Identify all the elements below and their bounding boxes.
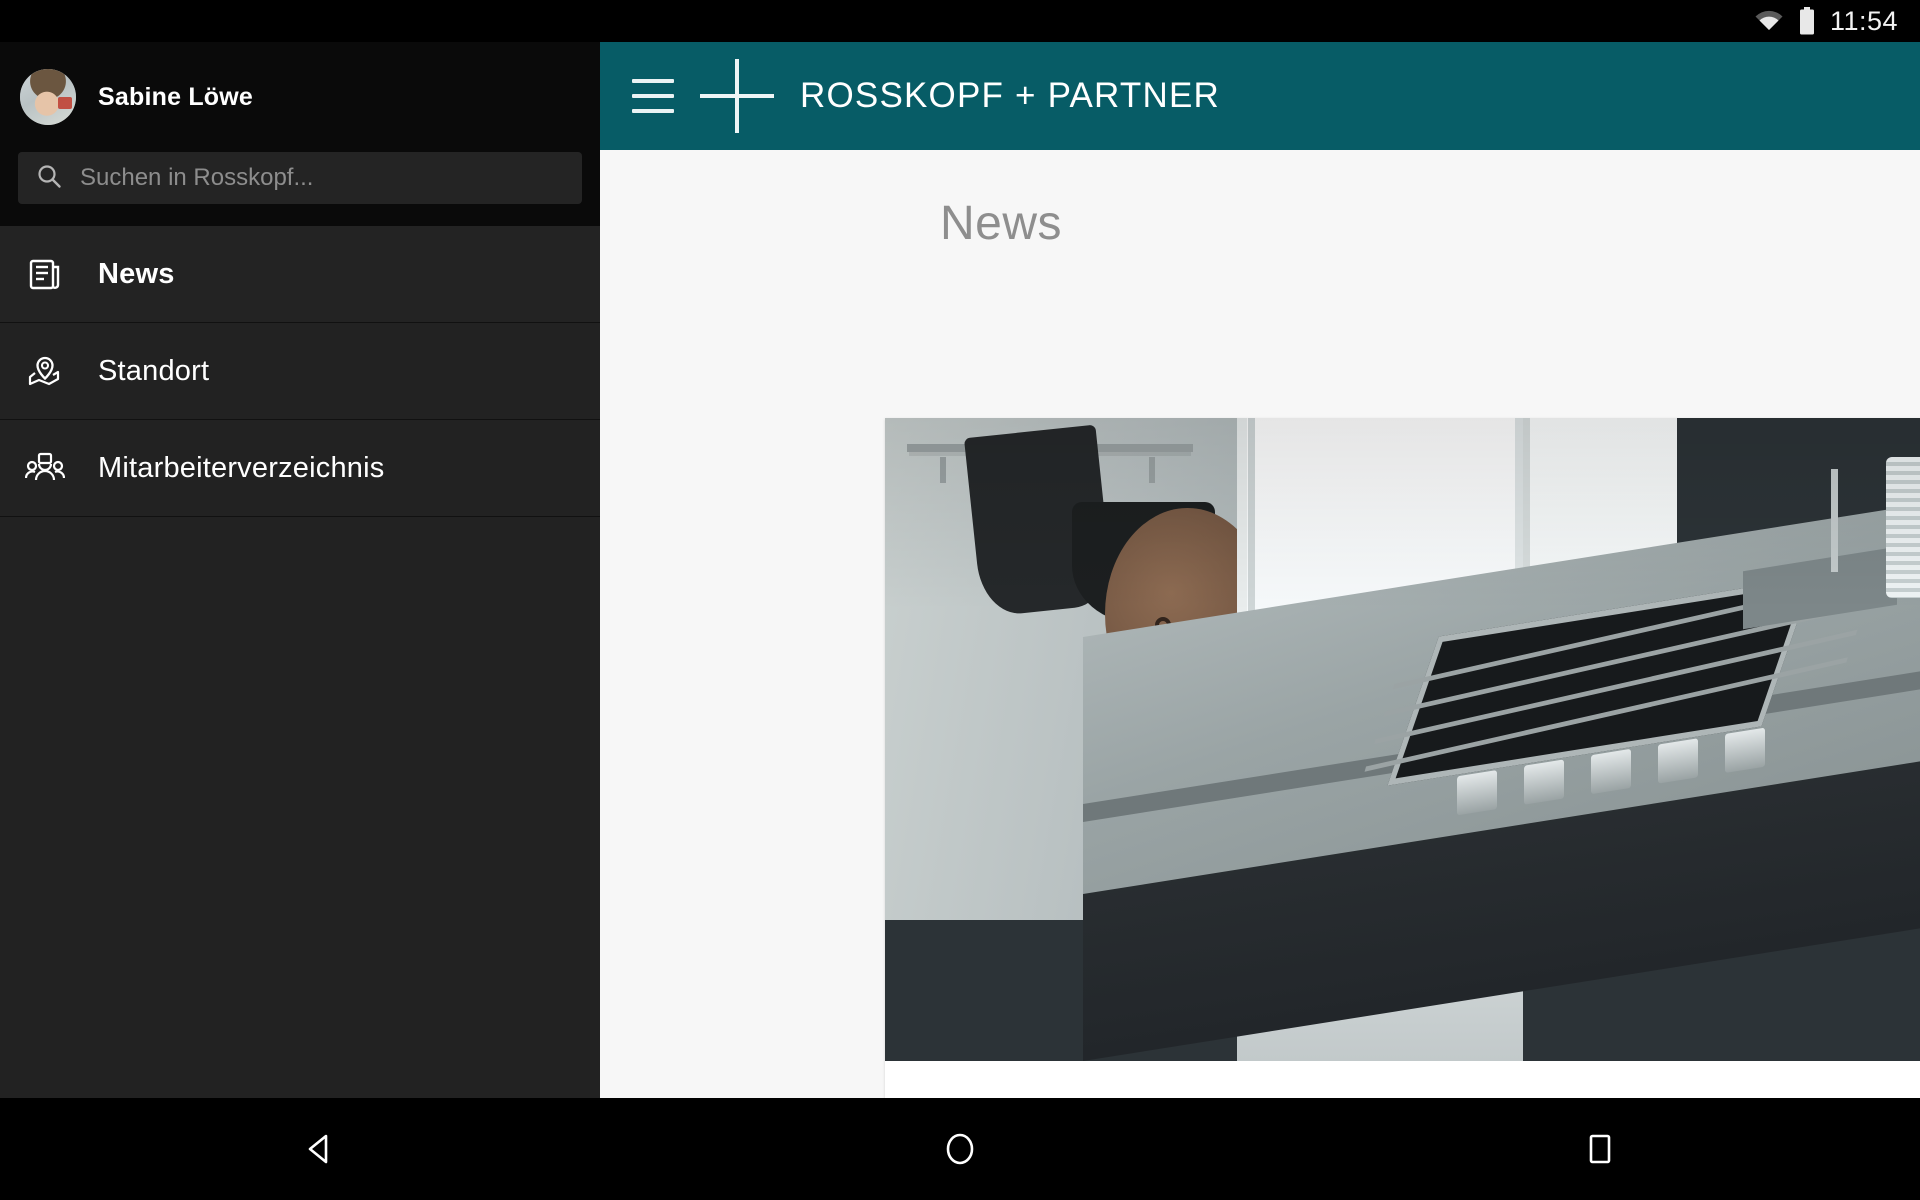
profile-name: Sabine Löwe — [98, 82, 254, 111]
profile-header[interactable]: Sabine Löwe — [0, 42, 600, 152]
hamburger-menu-icon[interactable] — [632, 79, 674, 113]
app-root: Sabine Löwe Suchen in Rosskopf... News S… — [0, 42, 1920, 1183]
search-input[interactable] — [80, 164, 564, 192]
sidebar-item-label: Standort — [98, 354, 210, 387]
newspaper-icon — [22, 251, 68, 297]
search-container — [0, 152, 600, 204]
wifi-icon — [1754, 9, 1784, 33]
main-panel: ROSSKOPF + PARTNER News — [600, 42, 1920, 1098]
back-triangle-icon[interactable] — [260, 1098, 380, 1200]
home-circle-icon[interactable] — [900, 1098, 1020, 1200]
sidebar-item-label: Mitarbeiterverzeichnis — [98, 451, 385, 484]
battery-icon — [1798, 7, 1816, 35]
status-bar: 11:54 — [0, 0, 1920, 42]
app-bar-title: ROSSKOPF + PARTNER — [800, 76, 1220, 115]
people-group-icon — [22, 445, 68, 491]
news-card-image — [885, 418, 1920, 1061]
page-title: News — [940, 197, 1063, 250]
news-card-footer — [885, 1061, 1920, 1098]
search-box[interactable] — [18, 152, 582, 204]
app-bar: ROSSKOPF + PARTNER — [600, 42, 1920, 150]
navigation-drawer: Sabine Löwe Suchen in Rosskopf... News S… — [0, 42, 600, 1183]
map-pin-icon — [22, 348, 68, 394]
content-area: News — [600, 150, 1920, 1098]
sidebar-item-label: News — [98, 257, 175, 290]
news-card[interactable] — [885, 418, 1920, 1098]
recents-square-icon[interactable] — [1540, 1098, 1660, 1200]
sidebar-empty-space — [0, 517, 600, 1183]
search-icon — [36, 163, 62, 194]
android-navigation-bar — [0, 1098, 1920, 1200]
sidebar-item-mitarbeiterverzeichnis[interactable]: Mitarbeiterverzeichnis — [0, 420, 600, 517]
sidebar-item-standort[interactable]: Standort — [0, 323, 600, 420]
status-bar-clock: 11:54 — [1829, 5, 1898, 36]
sidebar-nav-list: News Standort Mitarbeiterverzeichnis — [0, 226, 600, 1183]
sidebar-item-news[interactable]: News — [0, 226, 600, 323]
plus-logo-icon — [700, 59, 774, 133]
avatar[interactable] — [20, 69, 76, 125]
